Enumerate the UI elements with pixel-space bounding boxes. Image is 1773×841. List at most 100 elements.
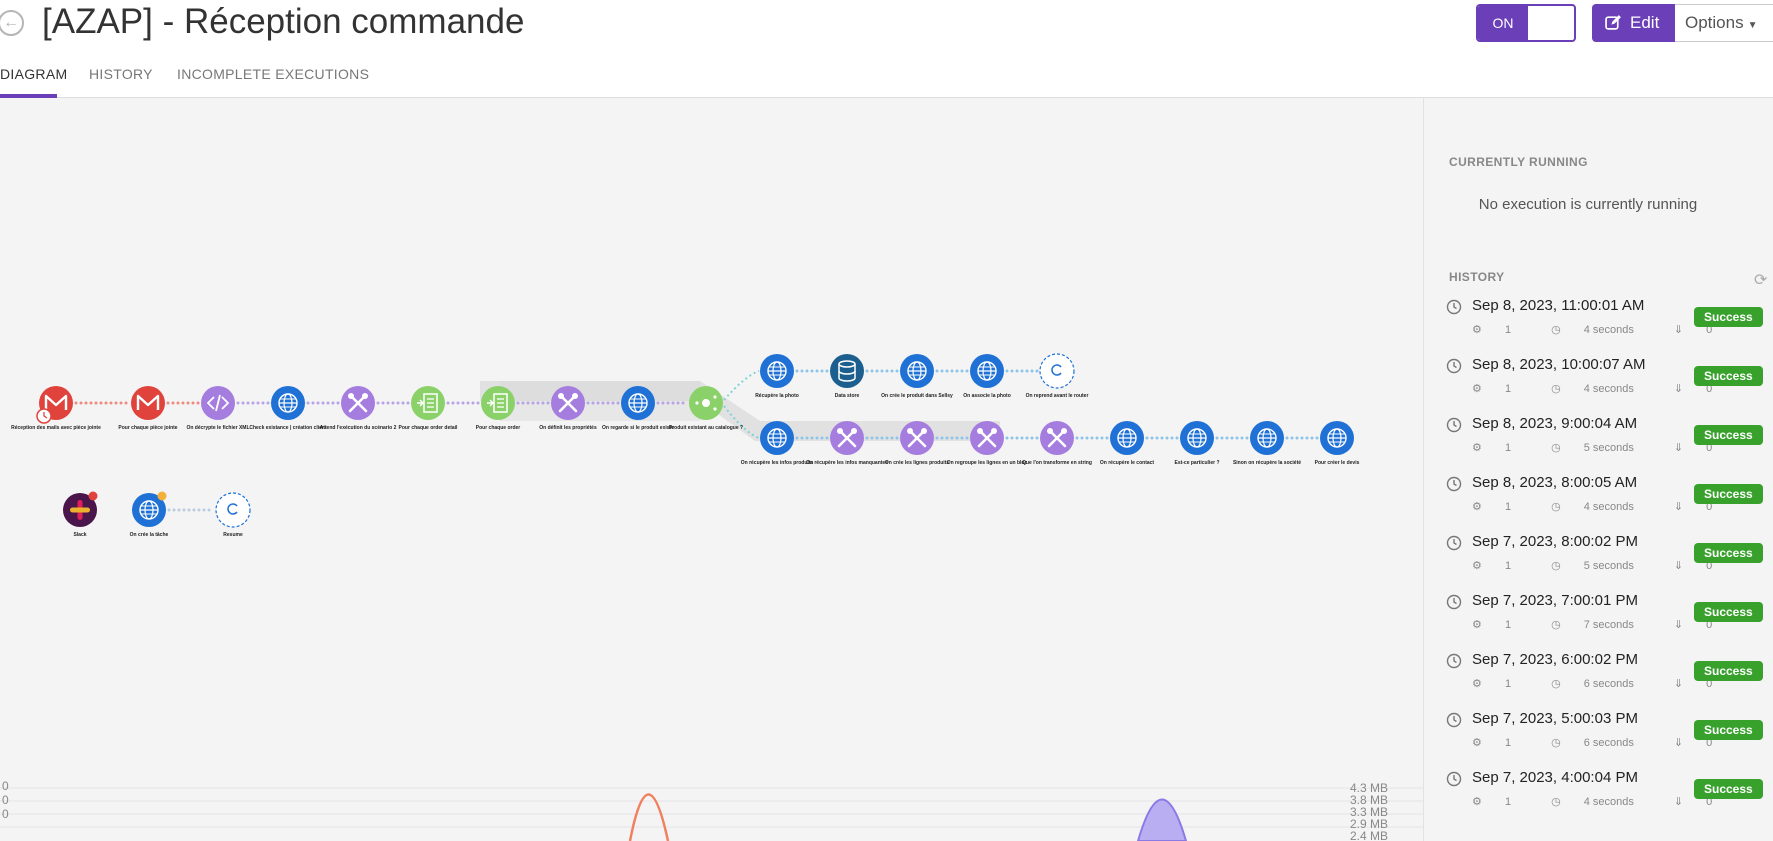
connector-dot: [167, 508, 171, 512]
connector-dot: [1075, 436, 1079, 440]
connector-dot: [885, 369, 889, 373]
connector-dot: [171, 401, 175, 405]
route-highlight-band: [500, 381, 700, 421]
clock-icon: [1446, 417, 1462, 433]
module-node[interactable]: Sinon on récupère la société: [1233, 421, 1301, 466]
node-label: On décrypte le fichier XML: [186, 425, 249, 431]
left-axis-tick: 0: [2, 779, 9, 793]
history-item[interactable]: Sep 7, 2023, 8:00:02 PM ⚙ 1 ◷ 5 seconds ⇓ 0…: [1446, 531, 1773, 583]
connector-dot: [616, 401, 620, 405]
connector-dot: [261, 401, 265, 405]
timer-icon: ◷: [1551, 560, 1561, 572]
status-badge: Success: [1694, 484, 1763, 504]
connector-dot: [875, 369, 879, 373]
connector-dot: [1285, 436, 1289, 440]
refresh-icon[interactable]: ⟳: [1754, 270, 1767, 290]
timer-icon: ◷: [1551, 737, 1561, 749]
connector-dot: [661, 401, 665, 405]
connector-dot: [331, 401, 335, 405]
connector-dot: [1085, 436, 1089, 440]
connector-dot: [1295, 436, 1299, 440]
connector-dot: [266, 401, 270, 405]
connector-dot: [815, 436, 819, 440]
connector-dot: [516, 401, 520, 405]
connector-dot: [676, 401, 680, 405]
tab-incomplete-executions[interactable]: INCOMPLETE EXECUTIONS: [177, 62, 369, 98]
chevrons-down-icon: ⇓: [1673, 678, 1684, 690]
status-badge: Success: [1694, 602, 1763, 622]
connector-dot: [1165, 436, 1169, 440]
connector-dot: [1005, 436, 1009, 440]
connector-dot: [795, 369, 799, 373]
page-header: ← [AZAP] - Réception commande ON Edit Op…: [0, 0, 1773, 98]
operations-icon: ⚙: [1472, 501, 1482, 513]
tab-history[interactable]: HISTORY: [89, 62, 153, 98]
module-node[interactable]: Check existance | création client: [249, 386, 327, 431]
node-label: Réception des mails avec pièce jointe: [11, 425, 101, 431]
connector-dot: [815, 369, 819, 373]
module-node[interactable]: Que l'on transforme en string: [1022, 421, 1092, 466]
module-node[interactable]: On récupère le contact: [1100, 421, 1155, 466]
operations-icon: ⚙: [1472, 383, 1482, 395]
connector-dot: [99, 401, 103, 405]
connector-dot: [321, 401, 325, 405]
scenario-toggle[interactable]: ON: [1476, 4, 1576, 42]
node-label: Sinon on récupère la société: [1233, 460, 1301, 466]
connector-dot: [207, 508, 211, 512]
node-label: On crée la tâche: [130, 532, 169, 538]
connector-dot: [885, 436, 889, 440]
connector-dot: [1215, 436, 1219, 440]
node-label: On regarde si le produit existe: [602, 425, 674, 431]
chevrons-down-icon: ⇓: [1673, 501, 1684, 513]
tab-diagram[interactable]: DIAGRAM: [0, 62, 67, 98]
history-item[interactable]: Sep 7, 2023, 5:00:03 PM ⚙ 1 ◷ 6 seconds ⇓ 0…: [1446, 708, 1773, 760]
edit-button[interactable]: Edit: [1592, 4, 1675, 42]
connector-dot: [391, 401, 395, 405]
connector-dot: [401, 401, 405, 405]
module-node[interactable]: Pour chaque pièce jointe: [118, 386, 178, 431]
back-arrow-icon[interactable]: ←: [0, 10, 24, 36]
options-dropdown[interactable]: Options ▼: [1675, 4, 1773, 42]
connector-dot: [124, 401, 128, 405]
module-node[interactable]: Pour chaque order detail: [399, 386, 459, 431]
operations-icon: ⚙: [1472, 678, 1482, 690]
history-item[interactable]: Sep 7, 2023, 4:00:04 PM ⚙ 1 ◷ 4 seconds ⇓ 0…: [1446, 767, 1773, 819]
connector-dot: [950, 369, 954, 373]
timer-icon: ◷: [1551, 442, 1561, 454]
history-item[interactable]: Sep 7, 2023, 6:00:02 PM ⚙ 1 ◷ 6 seconds ⇓ 0…: [1446, 649, 1773, 701]
connector-dot: [1230, 436, 1234, 440]
history-item[interactable]: Sep 7, 2023, 7:00:01 PM ⚙ 1 ◷ 7 seconds ⇓ 0…: [1446, 590, 1773, 642]
connector-dot: [1080, 436, 1084, 440]
connector-dot: [1010, 369, 1014, 373]
module-node[interactable]: Pour créer le devis: [1315, 421, 1360, 466]
node-label: On récupère le contact: [1100, 460, 1155, 466]
module-node[interactable]: On associe la photo: [963, 354, 1011, 399]
clock-icon: [1446, 712, 1462, 728]
connector-dot: [1150, 436, 1154, 440]
module-node[interactable]: On reprend avant le router: [1026, 353, 1089, 399]
scenario-diagram-canvas[interactable]: Réception des mails avec pièce jointe Pou…: [0, 98, 1423, 841]
connector-dot: [940, 436, 944, 440]
module-node[interactable]: On crée le produit dans Sellsy: [881, 354, 953, 399]
connector-dot: [196, 401, 200, 405]
error-route-node[interactable]: Resume: [215, 492, 251, 538]
history-item[interactable]: Sep 8, 2023, 9:00:04 AM ⚙ 1 ◷ 5 seconds ⇓ 0…: [1446, 413, 1773, 465]
history-item[interactable]: Sep 8, 2023, 11:00:01 AM ⚙ 1 ◷ 4 seconds ⇓ …: [1446, 295, 1773, 347]
module-node[interactable]: On décrypte le fichier XML: [186, 386, 250, 431]
status-badge: Success: [1694, 543, 1763, 563]
module-node[interactable]: Réception des mails avec pièce jointe: [11, 386, 101, 431]
history-date: Sep 8, 2023, 10:00:07 AM: [1472, 356, 1646, 373]
operations-icon: ⚙: [1472, 324, 1482, 336]
connector-dot: [955, 436, 959, 440]
module-node[interactable]: Est-ce particulier ?: [1174, 421, 1220, 466]
history-item[interactable]: Sep 8, 2023, 10:00:07 AM ⚙ 1 ◷ 4 seconds ⇓ …: [1446, 354, 1773, 406]
status-badge: Success: [1694, 366, 1763, 386]
history-item[interactable]: Sep 8, 2023, 8:00:05 AM ⚙ 1 ◷ 4 seconds ⇓ 0…: [1446, 472, 1773, 524]
module-node[interactable]: Récupère la photo: [755, 354, 799, 399]
module-node[interactable]: Data store: [830, 354, 864, 399]
connector-dot: [601, 401, 605, 405]
node-label: On regroupe les lignes en un bloc: [947, 460, 1028, 466]
node-label: Check existance | création client: [249, 425, 327, 431]
module-node[interactable]: Attend l'exécution du scénario 2: [320, 386, 397, 431]
node-label: On récupère les infos manquantes: [806, 460, 888, 466]
